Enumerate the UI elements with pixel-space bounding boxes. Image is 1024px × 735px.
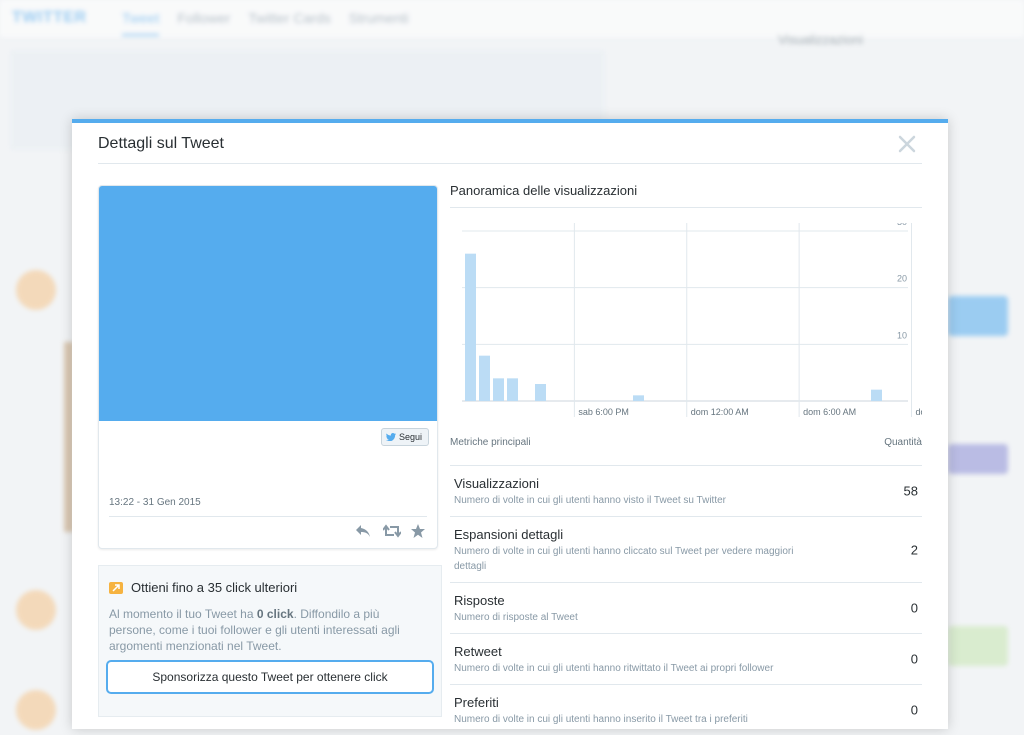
chart-bar [493,378,504,401]
twitter-bird-icon [385,433,396,441]
metrics-table: Visualizzazioni Numero di volte in cui g… [450,465,922,735]
promote-title: Ottieni fino a 35 click ulteriori [131,580,298,595]
background-topbar: TWITTER Tweet Follower Twitter Cards Str… [0,0,1024,39]
tweet-card[interactable]: Segui 13:22 - 31 Gen 2015 [98,185,438,549]
modal-title: Dettagli sul Tweet [98,135,224,152]
background-nav-tweet: Tweet [122,10,160,36]
background-side-title: Visualizzazioni [778,32,864,47]
x-tick-label: dom 6:00 AM [803,407,856,417]
y-tick-label: 30 [897,223,907,227]
chart-title: Panoramica delle visualizzazioni [450,183,638,198]
metric-value: 0 [910,600,918,616]
promote-click-count: 0 click [256,607,294,621]
metric-description: Numero di volte in cui gli utenti hanno … [454,663,774,674]
metric-name: Risposte [454,593,505,608]
background-nav-follower: Follower [177,10,231,26]
reply-icon [356,525,370,537]
chart-bar [535,384,546,401]
y-tick-label: 10 [897,330,907,340]
chart-bar [479,355,490,401]
retweet-icon [382,524,402,538]
divider [450,207,922,208]
background-nav-cards: Twitter Cards [248,10,331,26]
metric-name: Retweet [454,644,502,659]
x-tick-label: dom 12:00 AM [691,407,749,417]
metrics-header-label: Metriche principali [450,437,531,448]
follow-button[interactable]: Segui [380,428,429,446]
promote-header: Ottieni fino a 35 click ulteriori [109,580,297,595]
background-card [948,444,1008,474]
background-card [948,626,1008,666]
background-nav-tools: Strumenti [348,10,409,26]
background-avatar [16,590,56,630]
background-avatar [16,270,56,310]
tweet-timestamp: 13:22 - 31 Gen 2015 [109,497,201,508]
background-logo: TWITTER [12,9,87,26]
star-icon [411,524,425,538]
x-tick-label: dom 12: [916,407,922,417]
chart-bar [465,253,476,401]
tweet-image[interactable] [99,186,437,421]
retweet-button[interactable] [382,524,402,538]
metrics-header-quantity: Quantità [884,437,922,448]
metric-description: Numero di volte in cui gli utenti hanno … [454,546,794,572]
metric-row-detail-expands: Espansioni dettagli Numero di volte in c… [450,516,922,582]
close-button[interactable] [896,133,918,155]
background-avatar [16,690,56,730]
modal-header: Dettagli sul Tweet [98,123,922,164]
x-tick-label: sab 6:00 PM [578,407,629,417]
promote-body: Al momento il tuo Tweet ha 0 click. Diff… [109,606,425,654]
y-tick-label: 20 [897,274,907,284]
metric-row-replies: Risposte Numero di risposte al Tweet 0 [450,582,922,633]
metric-name: Visualizzazioni [454,476,540,491]
metric-value: 0 [910,651,918,667]
follow-button-label: Segui [398,432,422,442]
metric-description: Numero di volte in cui gli utenti hanno … [454,495,726,506]
metric-description: Numero di risposte al Tweet [454,612,578,623]
metric-value: 58 [903,483,918,499]
metric-row-favorites: Preferiti Numero di volte in cui gli ute… [450,684,922,735]
metric-row-impressions: Visualizzazioni Numero di volte in cui g… [450,465,922,516]
metric-value: 2 [910,542,918,557]
background-nav: Tweet Follower Twitter Cards Strumenti [122,10,409,36]
promote-body-text: Al momento il tuo Tweet ha [109,607,257,621]
chart-bar [633,395,644,401]
favorite-button[interactable] [411,524,427,538]
metric-name: Preferiti [454,695,499,710]
tweet-details-modal: Dettagli sul Tweet Segui 13:22 - 31 Gen … [72,119,948,729]
metrics-header: Metriche principali Quantità [450,437,922,448]
impressions-chart: 10 20 30 sab 6:00 PM dom 12:00 AM dom 6:00 AM… [462,223,922,417]
metric-value: 0 [910,702,918,718]
tweet-actions [355,524,427,538]
metric-row-retweets: Retweet Numero di volte in cui gli utent… [450,633,922,684]
arrow-up-right-icon [109,581,123,594]
metric-name: Espansioni dettagli [454,527,564,542]
promote-panel: Ottieni fino a 35 click ulteriori Al mom… [98,565,442,717]
close-icon [898,135,916,153]
background-card [948,296,1008,336]
divider [109,516,427,517]
reply-button[interactable] [355,524,371,538]
chart-bar [507,378,518,401]
chart-bar [871,389,882,401]
promote-tweet-button[interactable]: Sponsorizza questo Tweet per ottenere cl… [106,660,434,694]
